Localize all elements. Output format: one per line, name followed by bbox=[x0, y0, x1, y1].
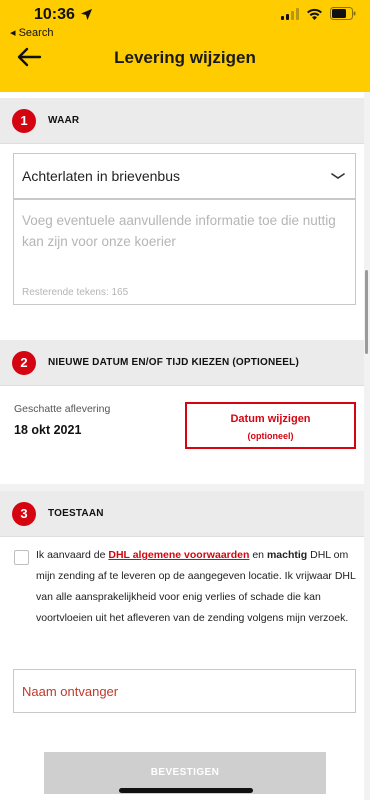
form-content[interactable]: 1 WAAR Achterlaten in brievenbus Voeg ev… bbox=[0, 92, 370, 800]
confirm-button-label: BEVESTIGEN bbox=[150, 767, 220, 778]
step-number-badge: 2 bbox=[12, 351, 36, 375]
terms-link[interactable]: DHL algemene voorwaarden bbox=[108, 549, 249, 561]
battery-icon bbox=[330, 7, 356, 20]
section-header-date: 2 NIEUWE DATUM EN/OF TIJD KIEZEN (OPTION… bbox=[0, 340, 364, 386]
step-number-badge: 1 bbox=[12, 109, 36, 133]
section-title: TOESTAAN bbox=[48, 508, 104, 519]
location-arrow-icon bbox=[80, 8, 93, 21]
section-body-authorize: Ik aanvaard de DHL algemene voorwaarden … bbox=[0, 537, 364, 800]
recipient-name-input[interactable]: Naam ontvanger bbox=[13, 669, 356, 713]
delivery-location-select[interactable]: Achterlaten in brievenbus bbox=[13, 153, 356, 199]
consent-text: Ik aanvaard de DHL algemene voorwaarden … bbox=[36, 545, 358, 629]
app-header: 10:36 ◂ Search Levering wijzigen bbox=[0, 0, 370, 92]
remaining-characters: Resterende tekens: 165 bbox=[22, 287, 129, 298]
courier-notes-textarea[interactable]: Voeg eventuele aanvullende informatie to… bbox=[13, 199, 356, 305]
section-body-date: Geschatte aflevering 18 okt 2021 Datum w… bbox=[0, 386, 364, 484]
recipient-name-placeholder: Naam ontvanger bbox=[22, 684, 119, 699]
change-date-optional: (optioneel) bbox=[247, 431, 294, 441]
change-date-label: Datum wijzigen bbox=[230, 413, 311, 425]
section-title: NIEUWE DATUM EN/OF TIJD KIEZEN (OPTIONEE… bbox=[48, 357, 299, 368]
scrollbar[interactable] bbox=[365, 270, 368, 354]
section-header-where: 1 WAAR bbox=[0, 98, 364, 144]
consent-text-part: en bbox=[249, 549, 267, 561]
consent-text-part: Ik aanvaard de bbox=[36, 549, 109, 561]
page-title: Levering wijzigen bbox=[114, 48, 256, 67]
section-header-authorize: 3 TOESTAAN bbox=[0, 491, 364, 537]
textarea-placeholder: Voeg eventuele aanvullende informatie to… bbox=[22, 213, 336, 249]
estimated-delivery-label: Geschatte aflevering bbox=[14, 403, 111, 415]
signal-icon bbox=[281, 7, 299, 20]
select-value: Achterlaten in brievenbus bbox=[22, 168, 180, 184]
section-title: WAAR bbox=[48, 115, 80, 126]
terms-checkbox[interactable] bbox=[14, 550, 29, 565]
back-to-search-link[interactable]: ◂ Search bbox=[10, 26, 53, 39]
chevron-down-icon bbox=[331, 173, 345, 179]
home-indicator bbox=[119, 788, 253, 793]
wifi-icon bbox=[307, 8, 322, 20]
status-icons bbox=[281, 7, 356, 20]
step-number-badge: 3 bbox=[12, 502, 36, 526]
status-time: 10:36 bbox=[34, 6, 75, 23]
estimated-delivery-date: 18 okt 2021 bbox=[14, 423, 82, 437]
change-date-button[interactable]: Datum wijzigen (optioneel) bbox=[185, 402, 356, 449]
consent-bold: machtig bbox=[266, 549, 308, 561]
section-body-where: Achterlaten in brievenbus Voeg eventuele… bbox=[0, 144, 364, 340]
